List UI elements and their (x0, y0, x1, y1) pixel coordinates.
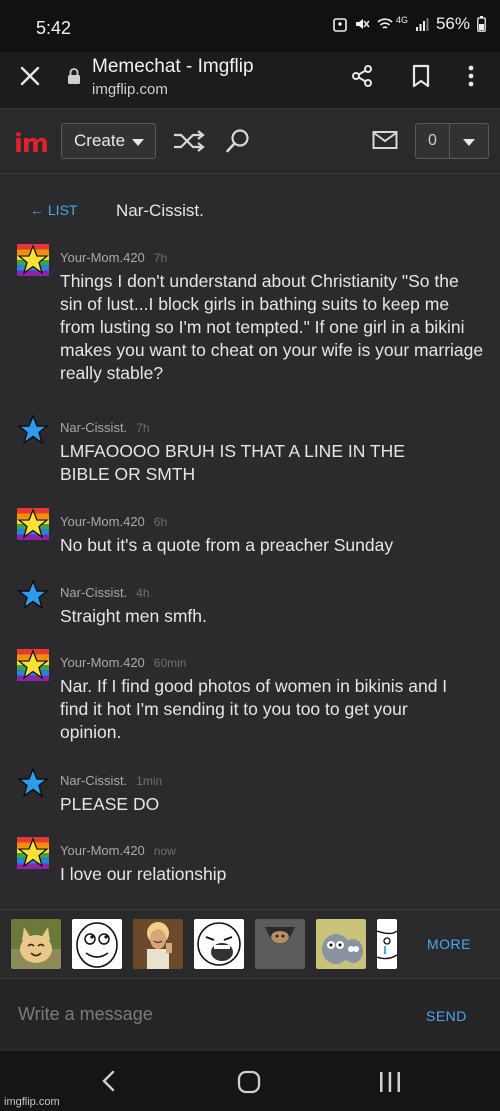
status-icons: 4G 56% (333, 14, 486, 34)
rage-face-meme-thumb[interactable] (72, 919, 122, 969)
message-text: Nar. If I find good photos of women in b… (60, 676, 448, 742)
signal-icon (415, 18, 429, 31)
message-input[interactable] (4, 989, 404, 1039)
rainbow-star-avatar-icon[interactable] (17, 508, 49, 540)
ceiling-cat-meme-thumb[interactable] (255, 919, 305, 969)
logo-text: im (14, 129, 49, 159)
battery-icon (477, 16, 486, 32)
back-to-list-link[interactable]: ← LIST (30, 202, 77, 218)
message-username[interactable]: Your-Mom.420 7h (60, 250, 167, 265)
message-time: 7h (136, 421, 150, 435)
page-title: Memechat - Imgflip (92, 56, 254, 77)
message-composer: SEND (0, 978, 500, 1050)
username-text[interactable]: Your-Mom.420 (60, 250, 145, 265)
message-username[interactable]: Nar-Cissist. 4h (60, 585, 150, 600)
recents-icon[interactable] (378, 1071, 402, 1093)
mail-icon[interactable] (372, 130, 398, 150)
username-text[interactable]: Your-Mom.420 (60, 843, 145, 858)
username-text[interactable]: Nar-Cissist. (60, 420, 127, 435)
message-time: 6h (153, 515, 168, 529)
tom-cat-meme-thumb[interactable] (316, 919, 366, 969)
message-username[interactable]: Your-Mom.420 now (60, 843, 176, 858)
message-text: Things I don't understand about Christia… (60, 271, 484, 383)
chat-partner-name: Nar-Cissist. (116, 201, 204, 220)
back-icon[interactable] (98, 1069, 118, 1093)
blue-star-avatar-icon[interactable] (17, 579, 49, 611)
message-text: I love our relationship (60, 864, 227, 884)
username-text[interactable]: Your-Mom.420 (60, 514, 145, 529)
message-text: LMFAOOOO BRUH IS THAT A LINE IN THE BIBL… (60, 441, 405, 484)
message-list: Your-Mom.420 7h Things I don't understand… (0, 240, 500, 905)
rainbow-star-avatar-icon[interactable] (17, 649, 49, 681)
buddy-christ-meme-thumb[interactable] (133, 919, 183, 969)
create-button[interactable]: Create (61, 123, 156, 159)
message-username[interactable]: Nar-Cissist. 1min (60, 773, 162, 788)
rainbow-star-avatar-icon[interactable] (17, 837, 49, 869)
browser-toolbar: Memechat - Imgflip imgflip.com (0, 52, 500, 109)
home-icon[interactable] (237, 1070, 261, 1094)
username-text[interactable]: Your-Mom.420 (60, 655, 145, 670)
happy-cat-meme-thumb[interactable] (11, 919, 61, 969)
more-vert-icon[interactable] (464, 64, 478, 88)
message-text: No but it's a quote from a preacher Sund… (60, 535, 394, 555)
blue-star-avatar-icon[interactable] (17, 767, 49, 799)
message-time: 7h (153, 251, 168, 265)
meme-picker-strip: MORE (0, 909, 500, 977)
lol-face-meme-thumb[interactable] (194, 919, 244, 969)
imgflip-logo[interactable]: im (14, 129, 49, 159)
notifications-dropdown[interactable]: 0 (415, 123, 489, 159)
rainbow-star-avatar-icon[interactable] (17, 244, 49, 276)
message-username[interactable]: Your-Mom.420 6h (60, 514, 167, 529)
username-text[interactable]: Nar-Cissist. (60, 585, 127, 600)
create-label: Create (74, 131, 126, 150)
mute-icon (355, 19, 370, 29)
chat-header: ← LIST Nar-Cissist. (0, 175, 500, 235)
message-time: 60min (153, 656, 187, 670)
site-navbar: im Create 0 (0, 110, 500, 174)
chevron-down-icon (450, 124, 488, 158)
crying-face-meme-thumb[interactable] (377, 919, 397, 969)
shuffle-icon[interactable] (172, 130, 206, 152)
close-icon[interactable] (18, 64, 42, 88)
more-memes-button[interactable]: MORE (427, 936, 471, 952)
bookmark-icon[interactable] (410, 64, 432, 88)
status-time: 5:42 (36, 18, 72, 38)
blue-star-avatar-icon[interactable] (17, 414, 49, 446)
status-bar: 5:42 4G 56% (0, 0, 500, 52)
search-icon[interactable] (225, 128, 251, 154)
notification-count: 0 (416, 124, 450, 158)
message-username[interactable]: Nar-Cissist. 7h (60, 420, 150, 435)
share-icon[interactable] (350, 64, 374, 88)
network-type: 4G (395, 15, 408, 25)
send-button[interactable]: SEND (426, 1008, 467, 1024)
lock-icon (68, 68, 80, 84)
battery-percent: 56% (435, 14, 470, 33)
message-username[interactable]: Your-Mom.420 60min (60, 655, 186, 670)
page-url[interactable]: imgflip.com (92, 81, 168, 98)
message-time: 1min (136, 774, 163, 788)
message-time: now (153, 844, 176, 858)
system-nav-bar: imgflip.com (0, 1051, 500, 1111)
watermark: imgflip.com (4, 1096, 60, 1108)
message-text: PLEASE DO (60, 794, 160, 814)
chevron-down-icon (132, 138, 145, 146)
alarm-icon (333, 18, 347, 32)
wifi-icon (377, 18, 393, 29)
username-text[interactable]: Nar-Cissist. (60, 773, 127, 788)
message-time: 4h (136, 586, 150, 600)
message-text: Straight men smfh. (60, 606, 207, 626)
